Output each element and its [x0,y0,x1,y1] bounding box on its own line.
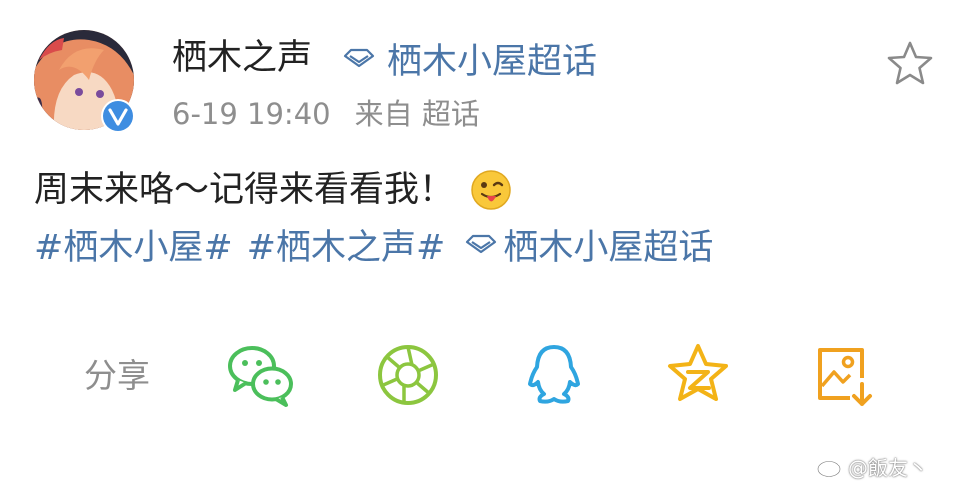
post-source: 来自 超话 [354,97,480,131]
favorite-star-icon[interactable] [886,40,934,86]
share-qq-button[interactable] [520,342,588,408]
post-content: 周末来咯～记得来看看我！ [34,166,512,214]
post-meta: 6-19 19:40 来自 超话 [172,94,480,134]
post-tags: #栖木小屋# #栖木之声# 栖木小屋超话 [34,220,713,268]
hashtag-link[interactable]: #栖木之声# [247,219,446,270]
weibo-post-card: 栖木之声 栖木小屋超话 6-19 19:40 来自 超话 周末来咯～记得来看看我！… [0,0,960,489]
weibo-logo-icon [817,457,844,478]
super-topic-name: 栖木小屋超话 [387,41,598,82]
qzone-icon [668,344,728,401]
share-label: 分享 [84,356,150,395]
share-moments-button[interactable] [374,342,442,408]
share-wechat-button[interactable] [226,342,294,408]
save-image-button[interactable] [810,342,878,408]
author-name[interactable]: 栖木之声 [172,34,312,82]
super-topic-tag-link[interactable]: 栖木小屋超话 [503,219,713,270]
share-qzone-button[interactable] [664,342,732,408]
verified-badge-icon [101,99,135,133]
diamond-icon [343,48,375,68]
moments-icon [378,345,438,405]
hashtag-link[interactable]: #栖木小屋# [34,219,233,270]
post-time: 6-19 19:40 [172,97,331,131]
wechat-icon [228,346,293,407]
qq-icon [528,345,580,404]
weibo-watermark: @飯友丶 [816,449,928,483]
super-topic-link[interactable]: 栖木小屋超话 [343,34,597,82]
save-image-icon [818,348,872,406]
post-text: 周末来咯～记得来看看我！ [34,170,455,210]
tongue-wink-emoji-icon [471,170,511,210]
watermark-text: @飯友丶 [848,455,928,480]
diamond-icon [466,234,497,254]
